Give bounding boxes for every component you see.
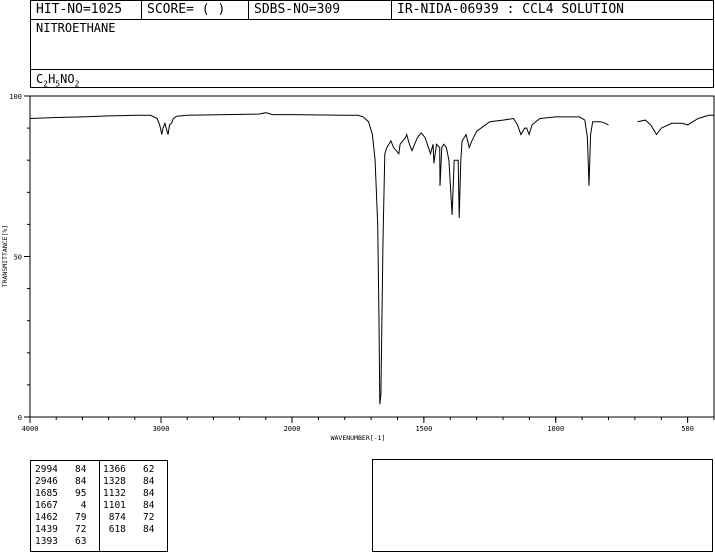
ir-spectrum-chart: 4000 3000 2000 1500 1000 500 100500 WAVENUMBE… (1, 93, 715, 442)
peak-table-row: 1439 72 (35, 524, 103, 536)
peak-wavenumber: 1439 (35, 524, 58, 535)
spectrum-segment-1 (29, 112, 609, 405)
y-tick-label: 0 (18, 414, 22, 422)
peak-wavenumber: 1393 (35, 536, 58, 547)
peak-wavenumber: 1101 (103, 500, 126, 511)
peak-table-row: 1462 79 (35, 512, 103, 524)
peak-table-row: 2946 84 (35, 476, 103, 488)
y-tick-label: 100 (9, 93, 22, 101)
peak-table-row: 1393 63 (35, 536, 103, 548)
x-tick-label: 1000 (547, 425, 564, 433)
peak-transmittance: 4 (57, 500, 87, 511)
y-axis-label: TRANSMITTANCE[%] (1, 225, 9, 288)
peak-wavenumber: 618 (103, 524, 126, 535)
x-tick-label: 4000 (22, 425, 39, 433)
plot-frame (29, 95, 715, 418)
peak-wavenumber: 1685 (35, 488, 58, 499)
peak-table-row: 1366 62 (103, 464, 171, 476)
peak-wavenumber: 1328 (103, 476, 126, 487)
peak-table-divider (99, 461, 100, 551)
x-tick-label: 3000 (153, 425, 170, 433)
empty-info-box (372, 459, 713, 552)
x-tick-label: 500 (681, 425, 694, 433)
peak-transmittance: 84 (57, 476, 87, 487)
spectrum-segment-2 (637, 114, 714, 136)
peak-table-row: 1328 84 (103, 476, 171, 488)
y-tick-label: 50 (14, 254, 22, 262)
peak-transmittance: 84 (125, 476, 155, 487)
peak-transmittance: 79 (57, 512, 87, 523)
peak-table-row: 874 72 (103, 512, 171, 524)
peak-wavenumber: 1132 (103, 488, 126, 499)
spectrum-trace (29, 112, 714, 405)
peak-transmittance: 95 (57, 488, 87, 499)
peak-transmittance: 84 (125, 524, 155, 535)
x-tick-label: 2000 (284, 425, 301, 433)
peak-wavenumber: 874 (103, 512, 126, 523)
peak-table-row: 1132 84 (103, 488, 171, 500)
peak-wavenumber: 1667 (35, 500, 58, 511)
peak-table-row: 1685 95 (35, 488, 103, 500)
peak-table-row: 618 84 (103, 524, 171, 536)
peak-transmittance: 62 (125, 464, 155, 475)
peak-table-row: 1667 4 (35, 500, 103, 512)
peak-wavenumber: 2994 (35, 464, 58, 475)
x-axis-label: WAVENUMBER[-1] (331, 434, 386, 442)
peak-transmittance: 63 (57, 536, 87, 547)
x-tick-label: 1500 (415, 425, 432, 433)
peak-transmittance: 72 (57, 524, 87, 535)
peak-transmittance: 72 (125, 512, 155, 523)
peak-table: 2994 84 2946 84 1685 95 1667 4 1462 79 1439 7… (30, 460, 168, 552)
peak-wavenumber: 1462 (35, 512, 58, 523)
peak-wavenumber: 2946 (35, 476, 58, 487)
peak-wavenumber: 1366 (103, 464, 126, 475)
peak-table-row: 2994 84 (35, 464, 103, 476)
peak-transmittance: 84 (125, 500, 155, 511)
peak-table-column-2: 1366 62 1328 84 1132 84 1101 84 874 72 618 … (103, 464, 171, 536)
peak-transmittance: 84 (125, 488, 155, 499)
peak-table-row: 1101 84 (103, 500, 171, 512)
peak-table-column-1: 2994 84 2946 84 1685 95 1667 4 1462 79 1439 7… (35, 464, 103, 548)
x-axis: 4000 3000 2000 1500 1000 500 (22, 417, 715, 433)
y-axis: 100 50 0 (9, 93, 30, 422)
peak-transmittance: 84 (57, 464, 87, 475)
